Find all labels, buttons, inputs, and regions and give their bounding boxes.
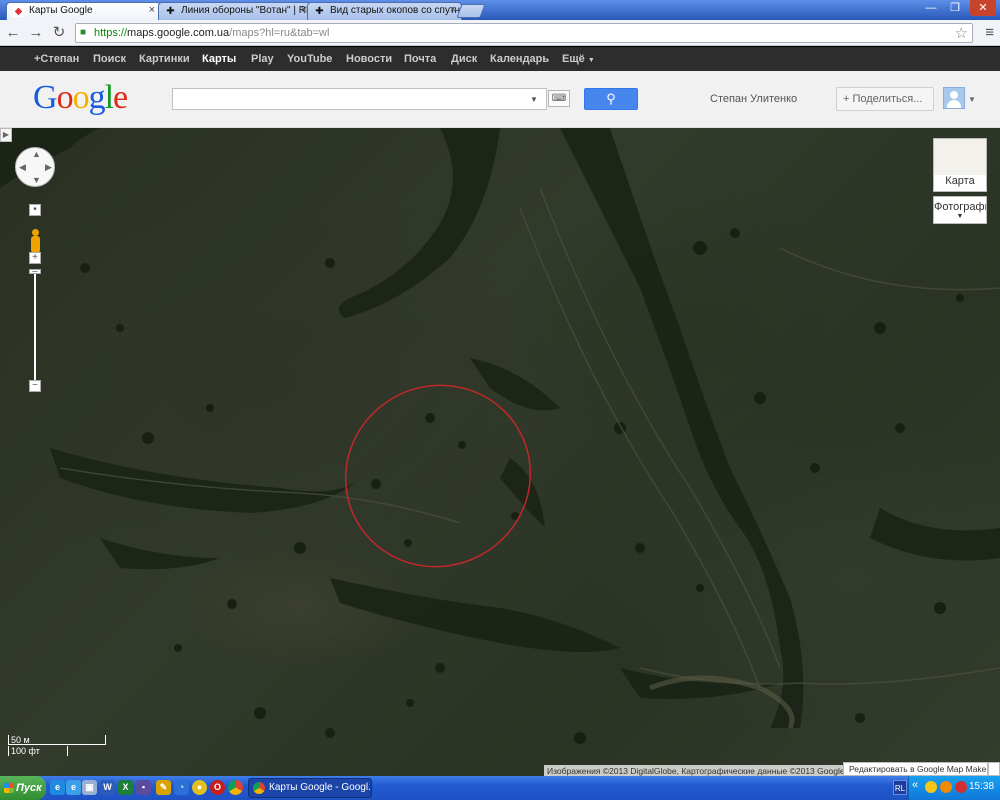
shield-icon[interactable] bbox=[940, 781, 952, 793]
pegman-icon[interactable] bbox=[30, 229, 40, 254]
google-bar: +Степан Поиск Картинки Карты Play YouTub… bbox=[0, 47, 1000, 71]
tab-title: Вид старых окопов со спутн bbox=[330, 5, 461, 16]
chrome-icon[interactable] bbox=[228, 780, 243, 795]
google-logo[interactable]: Google bbox=[33, 79, 128, 117]
tab-google-maps[interactable]: ◆ Карты Google × bbox=[6, 2, 161, 20]
chevron-down-icon: ▼ bbox=[32, 175, 41, 185]
cross-favicon-icon: ✚ bbox=[166, 6, 175, 17]
satellite-map[interactable]: ▶ ▲ ▼ ◀ ▶ • + – − Карта Фотография ▼ 50 … bbox=[0, 128, 1000, 776]
google-header: Google ▼ ⌨ ⚲ Степан Улитенко + Поделитьс… bbox=[0, 71, 1000, 128]
gbar-item-drive[interactable]: Диск bbox=[451, 53, 477, 65]
search-input[interactable] bbox=[172, 88, 547, 110]
chevron-right-icon: ▶ bbox=[45, 162, 52, 172]
zoom-slider-track[interactable] bbox=[34, 273, 36, 385]
chevron-down-icon[interactable]: ▼ bbox=[530, 95, 538, 104]
map-maker-link[interactable]: Редактировать в Google Map Maker bbox=[843, 762, 988, 776]
save-icon[interactable]: ▪ bbox=[136, 780, 151, 795]
windows-taskbar: Пуск e e ▣ W X ▪ ✎ ◔ ● O Карты Google - … bbox=[0, 776, 1000, 800]
close-window-icon[interactable]: ✕ bbox=[970, 0, 996, 16]
user-name[interactable]: Степан Улитенко bbox=[710, 93, 797, 105]
app-icon[interactable]: ✎ bbox=[156, 780, 171, 795]
word-icon[interactable]: W bbox=[100, 780, 115, 795]
address-bar[interactable]: ■ https://maps.google.com.ua/maps?hl=ru&… bbox=[75, 23, 973, 43]
url-text: https://maps.google.com.ua/maps?hl=ru&ta… bbox=[94, 27, 330, 39]
start-button[interactable]: Пуск bbox=[0, 776, 46, 800]
zoom-in-button[interactable]: + bbox=[29, 252, 41, 264]
excel-icon[interactable]: X bbox=[118, 780, 133, 795]
tray-icon[interactable] bbox=[955, 781, 967, 793]
gbar-item-calendar[interactable]: Календарь bbox=[490, 53, 549, 65]
tray-icon[interactable] bbox=[925, 781, 937, 793]
my-location-button[interactable]: • bbox=[29, 204, 41, 216]
sidebar-toggle-button[interactable]: ▶ bbox=[0, 128, 12, 142]
bookmark-star-icon[interactable]: ☆ bbox=[955, 24, 968, 42]
new-tab-button[interactable] bbox=[456, 4, 486, 18]
back-icon[interactable]: ← bbox=[4, 24, 22, 42]
menu-icon[interactable]: ≡ bbox=[985, 24, 994, 41]
tab-title: Карты Google bbox=[29, 5, 93, 16]
tab-wotan-line[interactable]: ✚ Линия обороны "Вотан" | RE × bbox=[158, 2, 313, 20]
map-scale: 50 м 100 фт bbox=[8, 735, 108, 759]
location-dot-icon: • bbox=[33, 204, 37, 215]
map-thumbnail bbox=[934, 139, 986, 175]
gbar-item-news[interactable]: Новости bbox=[346, 53, 392, 65]
chevron-up-icon: ▲ bbox=[32, 149, 41, 159]
gbar-item-mail[interactable]: Почта bbox=[404, 53, 436, 65]
avatar[interactable] bbox=[943, 87, 965, 109]
app-icon[interactable]: ◔ bbox=[174, 780, 189, 795]
search-icon: ⚲ bbox=[606, 91, 616, 106]
chrome-icon bbox=[253, 782, 265, 794]
system-tray: « 15:38 bbox=[908, 776, 1000, 800]
browser-tabstrip: ◆ Карты Google × ✚ Линия обороны "Вотан"… bbox=[0, 0, 1000, 20]
restore-icon[interactable]: ❐ bbox=[944, 0, 966, 16]
tab-title: Линия обороны "Вотан" | RE bbox=[181, 5, 313, 16]
search-button[interactable]: ⚲ bbox=[584, 88, 638, 110]
chevron-down-icon[interactable]: ▼ bbox=[968, 95, 976, 104]
close-icon[interactable]: × bbox=[450, 4, 456, 16]
chevron-down-icon: ▼ bbox=[956, 213, 964, 220]
ie-icon[interactable]: e bbox=[50, 780, 65, 795]
gbar-item-play[interactable]: Play bbox=[251, 53, 274, 65]
gbar-item-search[interactable]: Поиск bbox=[93, 53, 126, 65]
explorer-icon[interactable]: ▣ bbox=[82, 780, 97, 795]
browser-toolbar: ← → ↻ ■ https://maps.google.com.ua/maps?… bbox=[0, 20, 1000, 46]
app-icon[interactable]: ● bbox=[192, 780, 207, 795]
reload-icon[interactable]: ↻ bbox=[50, 24, 68, 42]
minimize-icon[interactable]: — bbox=[920, 0, 942, 16]
forward-icon[interactable]: → bbox=[27, 24, 45, 42]
zoom-out-button[interactable]: − bbox=[29, 380, 41, 392]
resize-handle[interactable] bbox=[988, 762, 1000, 776]
gbar-item-profile[interactable]: +Степан bbox=[34, 53, 79, 65]
gbar-item-more[interactable]: Ещё ▼ bbox=[562, 53, 595, 65]
tab-old-trenches[interactable]: ✚ Вид старых окопов со спутн × bbox=[307, 2, 462, 20]
opera-icon[interactable]: O bbox=[210, 780, 225, 795]
close-icon[interactable]: × bbox=[149, 4, 155, 16]
zoom-slider-handle[interactable]: – bbox=[29, 267, 41, 277]
chevron-left-icon[interactable]: « bbox=[912, 779, 918, 791]
map-type-map-button[interactable]: Карта bbox=[933, 138, 987, 192]
keyboard-icon[interactable]: ⌨ bbox=[548, 90, 570, 107]
satellite-imagery bbox=[0, 128, 1000, 744]
chevron-left-icon: ◀ bbox=[19, 162, 26, 172]
pan-control[interactable]: ▲ ▼ ◀ ▶ bbox=[15, 147, 55, 187]
gbar-item-youtube[interactable]: YouTube bbox=[287, 53, 332, 65]
map-type-satellite-button[interactable]: Фотография ▼ bbox=[933, 196, 987, 224]
map-attribution: Изображения ©2013 DigitalGlobe, Картогра… bbox=[544, 765, 853, 776]
gbar-item-images[interactable]: Картинки bbox=[139, 53, 190, 65]
lock-icon: ■ bbox=[80, 27, 87, 38]
chevron-down-icon: ▼ bbox=[587, 57, 595, 64]
language-indicator[interactable]: RL bbox=[893, 780, 907, 795]
ie-icon[interactable]: e bbox=[66, 780, 81, 795]
cross-favicon-icon: ✚ bbox=[315, 6, 324, 17]
taskbar-item-google-maps[interactable]: Карты Google - Googl... bbox=[248, 778, 372, 798]
maps-favicon-icon: ◆ bbox=[13, 6, 24, 17]
share-button[interactable]: + Поделиться... bbox=[836, 87, 934, 111]
clock: 15:38 bbox=[969, 781, 995, 792]
gbar-item-maps[interactable]: Карты bbox=[202, 53, 236, 65]
